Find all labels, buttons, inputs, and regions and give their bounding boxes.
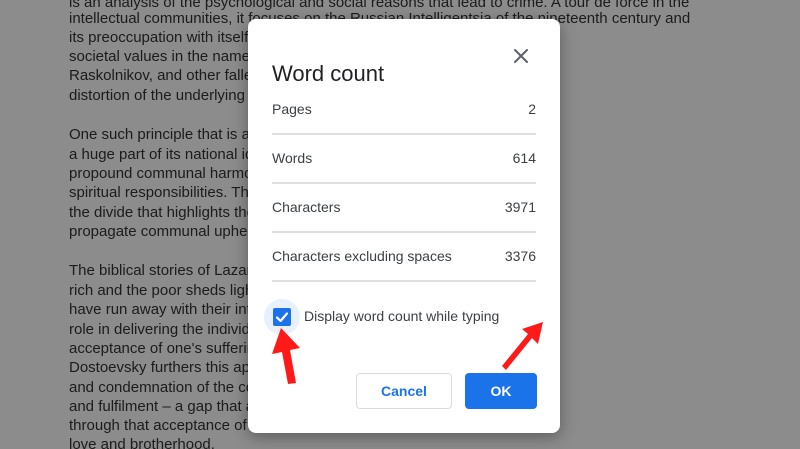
stat-label: Characters [272, 199, 341, 215]
stat-value: 2 [528, 101, 536, 117]
stat-label: Pages [272, 101, 312, 117]
stat-label: Characters excluding spaces [272, 248, 452, 264]
ok-button[interactable]: OK [465, 373, 537, 409]
stat-value: 3971 [504, 199, 536, 215]
dialog-title: Word count [272, 61, 385, 86]
stat-row-characters: Characters 3971 [272, 185, 536, 233]
close-icon [514, 49, 528, 63]
checkmark-icon [275, 312, 289, 323]
close-button[interactable] [508, 43, 534, 69]
checkbox-label[interactable]: Display word count while typing [304, 308, 499, 324]
stat-row-pages: Pages 2 [272, 87, 536, 135]
stat-row-characters-no-spaces: Characters excluding spaces 3376 [272, 234, 536, 282]
stat-value: 614 [512, 150, 536, 166]
stat-row-words: Words 614 [272, 136, 536, 184]
stat-value: 3376 [504, 248, 536, 264]
arrow-annotation-ok-icon [502, 322, 543, 370]
arrow-annotation-checkbox-icon [272, 328, 300, 384]
stat-label: Words [272, 150, 313, 166]
cancel-button[interactable]: Cancel [356, 373, 452, 409]
